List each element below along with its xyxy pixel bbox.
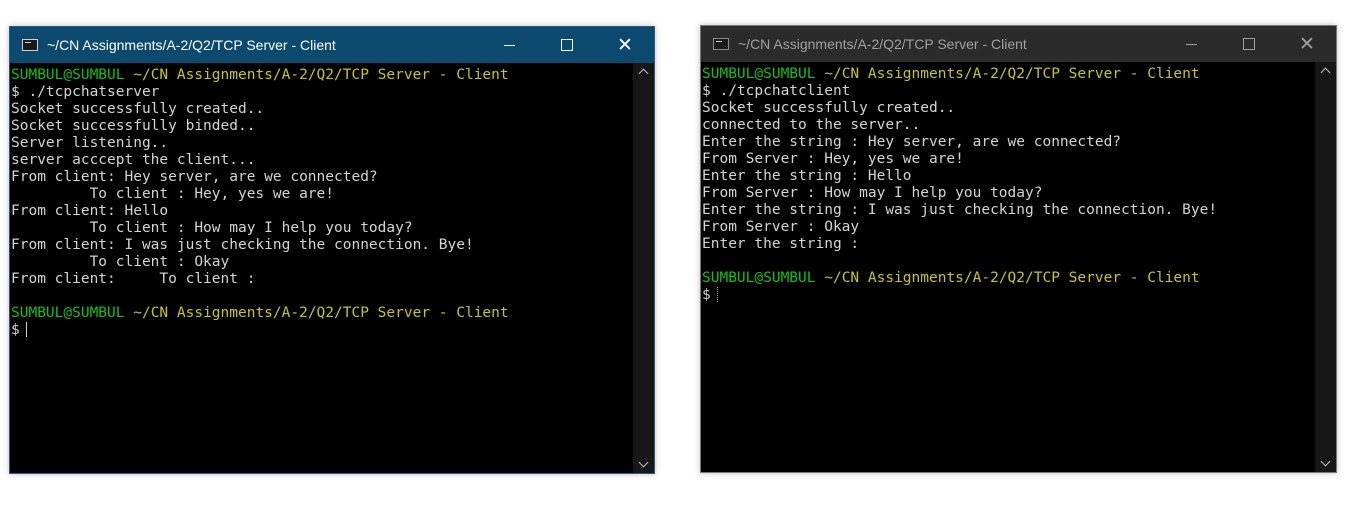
- server-titlebar[interactable]: ~/CN Assignments/A-2/Q2/TCP Server - Cli…: [10, 27, 654, 63]
- output-line: From client: To client :: [11, 271, 256, 287]
- output-line: To client : Hey, yes we are!: [11, 186, 335, 202]
- output-line: From Server : Hey, yes we are!: [702, 151, 964, 167]
- terminal-app-icon: [713, 38, 729, 50]
- prompt-symbol: $: [702, 287, 711, 303]
- scroll-up-arrow-icon[interactable]: [633, 63, 654, 80]
- prompt-path: ~/CN Assignments/A-2/Q2/TCP Server - Cli…: [133, 67, 509, 83]
- input-line[interactable]: $: [702, 287, 1315, 304]
- prompt-user: SUMBUL@SUMBUL: [702, 270, 816, 286]
- output-line: Enter the string :: [702, 236, 860, 252]
- output-line: Socket successfully created..: [702, 100, 956, 116]
- output-line: Enter the string : I was just checking t…: [702, 202, 1218, 218]
- window-title: ~/CN Assignments/A-2/Q2/TCP Server - Cli…: [47, 37, 336, 53]
- prompt-user: SUMBUL@SUMBUL: [702, 66, 816, 82]
- maximize-button[interactable]: [538, 27, 596, 63]
- output-line: From Server : How may I help you today?: [702, 185, 1043, 201]
- output-line: connected to the server..: [702, 117, 921, 133]
- output-line: server acccept the client...: [11, 152, 256, 168]
- output-line: Enter the string : Hello: [702, 168, 912, 184]
- output-line: Socket successfully binded..: [11, 118, 256, 134]
- input-line[interactable]: $: [11, 322, 633, 339]
- output-line: From Server : Okay: [702, 219, 860, 235]
- output-line: From client: Hey server, are we connecte…: [11, 169, 378, 185]
- output-line: $ ./tcpchatclient: [702, 83, 851, 99]
- prompt-line: SUMBUL@SUMBUL ~/CN Assignments/A-2/Q2/TC…: [11, 67, 633, 84]
- prompt-path: ~/CN Assignments/A-2/Q2/TCP Server - Cli…: [824, 270, 1200, 286]
- output-line: From client: Hello: [11, 203, 169, 219]
- prompt-line: SUMBUL@SUMBUL ~/CN Assignments/A-2/Q2/TC…: [702, 66, 1315, 83]
- vertical-scrollbar[interactable]: [633, 63, 654, 473]
- close-button[interactable]: ✕: [596, 27, 654, 63]
- terminal-app-icon: [22, 39, 38, 51]
- text-cursor: [25, 322, 27, 337]
- output-line: From client: I was just checking the con…: [11, 237, 474, 253]
- server-terminal-output[interactable]: SUMBUL@SUMBUL ~/CN Assignments/A-2/Q2/TC…: [10, 63, 633, 473]
- text-cursor: [716, 287, 719, 302]
- client-terminal-window[interactable]: ~/CN Assignments/A-2/Q2/TCP Server - Cli…: [700, 25, 1337, 473]
- scroll-up-arrow-icon[interactable]: [1315, 62, 1336, 79]
- output-line: $ ./tcpchatserver: [11, 84, 160, 100]
- prompt-path: ~/CN Assignments/A-2/Q2/TCP Server - Cli…: [133, 305, 509, 321]
- server-terminal-window[interactable]: ~/CN Assignments/A-2/Q2/TCP Server - Cli…: [9, 26, 655, 474]
- prompt-user: SUMBUL@SUMBUL: [11, 305, 125, 321]
- output-line: To client : Okay: [11, 254, 230, 270]
- output-line: Socket successfully created..: [11, 101, 265, 117]
- scroll-track[interactable]: [1318, 82, 1333, 452]
- client-terminal-output[interactable]: SUMBUL@SUMBUL ~/CN Assignments/A-2/Q2/TC…: [701, 62, 1315, 472]
- vertical-scrollbar[interactable]: [1315, 62, 1336, 472]
- scroll-track[interactable]: [636, 83, 651, 453]
- minimize-button[interactable]: [480, 27, 538, 63]
- prompt-symbol: $: [11, 322, 20, 338]
- close-button[interactable]: ✕: [1278, 26, 1336, 62]
- output-lines: $ ./tcpchatclient Socket successfully cre…: [702, 83, 1315, 270]
- output-line: Enter the string : Hey server, are we co…: [702, 134, 1122, 150]
- output-lines: $ ./tcpchatserver Socket successfully cre…: [11, 84, 633, 305]
- scroll-down-arrow-icon[interactable]: [633, 456, 654, 473]
- prompt-path: ~/CN Assignments/A-2/Q2/TCP Server - Cli…: [824, 66, 1200, 82]
- minimize-button[interactable]: [1162, 26, 1220, 62]
- prompt-line: SUMBUL@SUMBUL ~/CN Assignments/A-2/Q2/TC…: [11, 305, 633, 322]
- maximize-button[interactable]: [1220, 26, 1278, 62]
- prompt-user: SUMBUL@SUMBUL: [11, 67, 125, 83]
- client-titlebar[interactable]: ~/CN Assignments/A-2/Q2/TCP Server - Cli…: [701, 26, 1336, 62]
- output-line: Server listening..: [11, 135, 169, 151]
- prompt-line: SUMBUL@SUMBUL ~/CN Assignments/A-2/Q2/TC…: [702, 270, 1315, 287]
- output-line: To client : How may I help you today?: [11, 220, 413, 236]
- window-title: ~/CN Assignments/A-2/Q2/TCP Server - Cli…: [738, 36, 1027, 52]
- scroll-down-arrow-icon[interactable]: [1315, 455, 1336, 472]
